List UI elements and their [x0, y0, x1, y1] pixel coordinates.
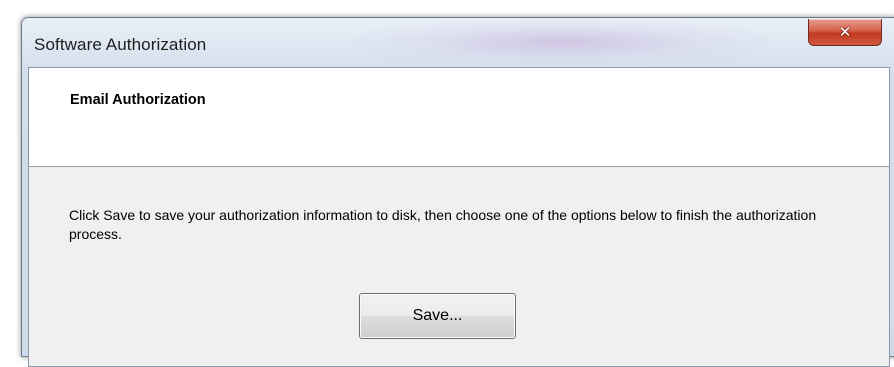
save-button[interactable]: Save...: [359, 293, 516, 339]
title-bar-glow: [352, 18, 772, 66]
title-bar[interactable]: Software Authorization ✕: [22, 18, 894, 68]
dialog-window: Software Authorization ✕ Email Authoriza…: [21, 17, 894, 367]
header-panel: Email Authorization: [29, 68, 889, 167]
close-icon: ✕: [838, 22, 852, 41]
window-title: Software Authorization: [34, 35, 207, 54]
close-button[interactable]: ✕: [808, 19, 882, 46]
dialog-content: Email Authorization Click Save to save y…: [28, 67, 890, 367]
section-title: Email Authorization: [70, 92, 206, 108]
instructions-text: Click Save to save your authorization in…: [69, 207, 817, 242]
